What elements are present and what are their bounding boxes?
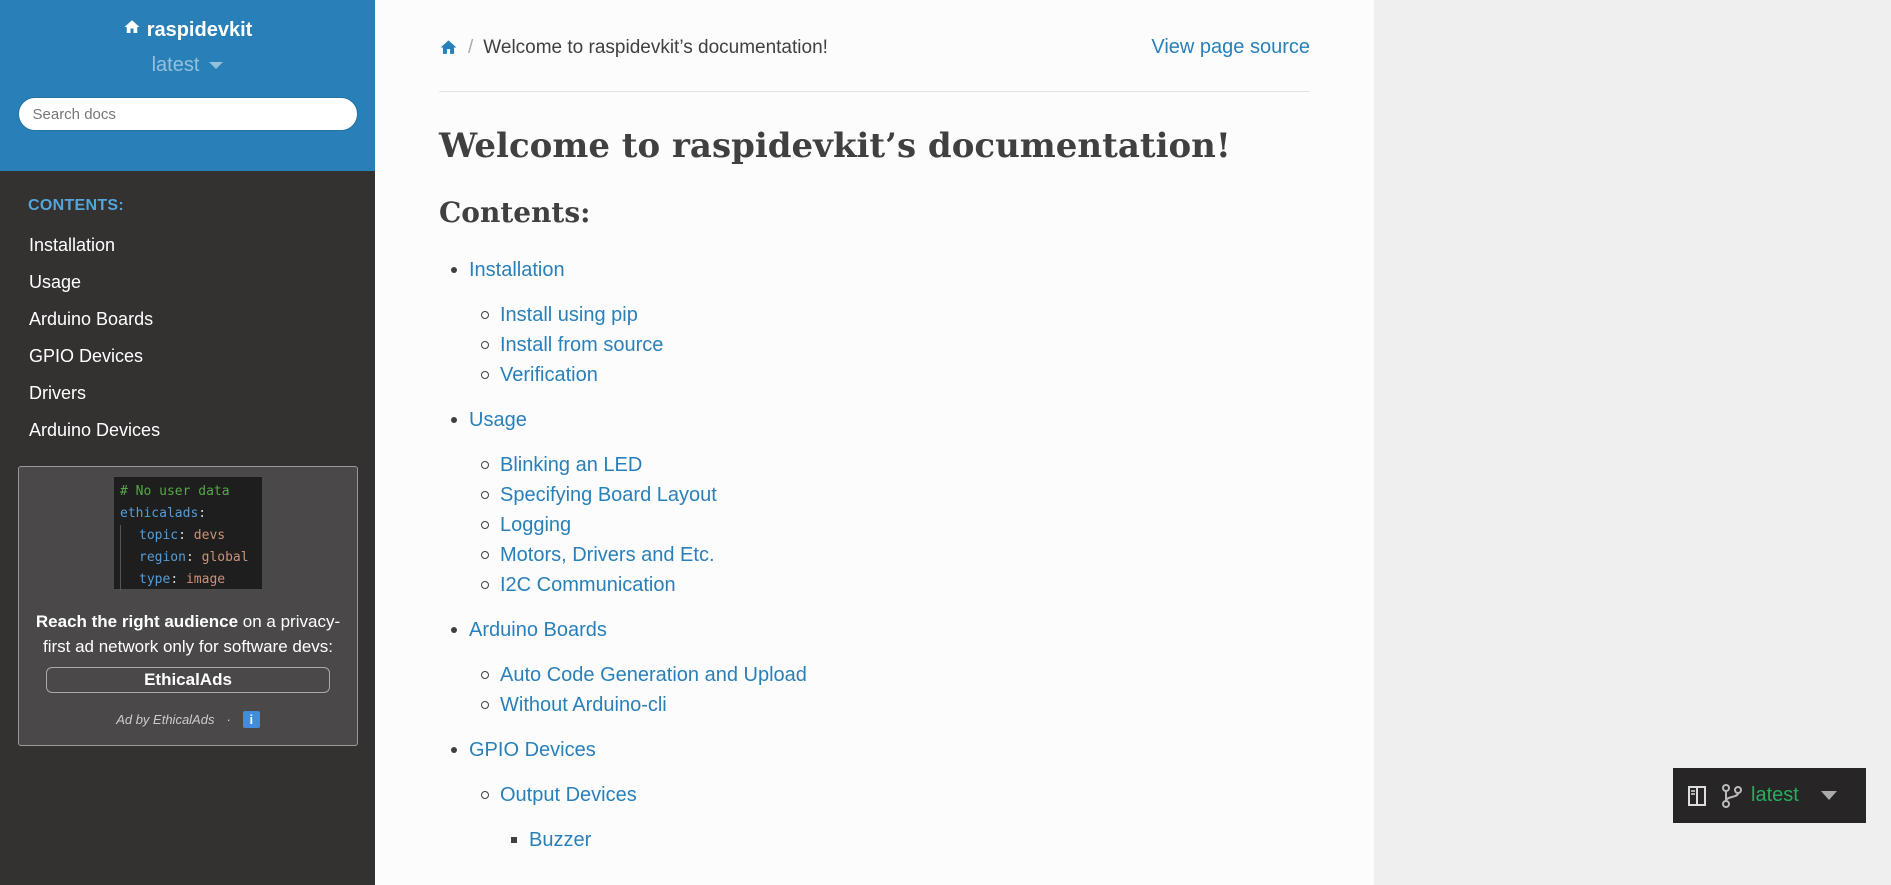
list-item: Motors, Drivers and Etc.: [469, 540, 807, 570]
bullet: [511, 837, 517, 843]
list-item: Verification: [469, 360, 807, 390]
ad-code-key: topic: [139, 528, 179, 543]
list-item: Install using pip: [469, 300, 807, 330]
bullet: [481, 521, 489, 529]
badge-version-label: latest: [1751, 784, 1799, 806]
ad-code-key: type: [139, 572, 171, 587]
project-name: raspidevkit: [146, 18, 253, 41]
info-icon[interactable]: i: [242, 711, 260, 728]
list-item: Arduino Boards: [439, 615, 807, 645]
toc-link-without-arduino-cli[interactable]: Without Arduino-cli: [500, 694, 667, 717]
toc-link-i2c-communication[interactable]: I2C Communication: [500, 574, 676, 597]
main-content: / Welcome to raspidevkit’s documentation…: [375, 0, 1374, 885]
list-item: Output Devices: [469, 780, 807, 810]
ad-text-bold: Reach the right audience: [35, 612, 239, 631]
page-title: Welcome to raspidevkit’s documentation!: [439, 126, 1231, 166]
version-label: latest: [151, 54, 200, 76]
ad-code-value: global: [201, 550, 249, 565]
list-item: Install from source: [469, 330, 807, 360]
breadcrumb: / Welcome to raspidevkit’s documentation…: [439, 36, 1310, 59]
list-item: Auto Code Generation and Upload: [469, 660, 807, 690]
view-page-source-link[interactable]: View page source: [1151, 36, 1310, 59]
sidebar-item-gpio-devices[interactable]: GPIO Devices: [0, 338, 375, 375]
book-icon: [1687, 785, 1707, 807]
list-item: Without Arduino-cli: [469, 690, 807, 720]
ad-cta-button[interactable]: EthicalAds: [46, 667, 330, 693]
bullet: [481, 491, 489, 499]
list-item: Buzzer: [499, 825, 807, 855]
contents-caption: CONTENTS:: [28, 197, 125, 214]
bullet: [481, 341, 489, 349]
list-item: GPIO Devices: [439, 735, 807, 765]
breadcrumb-separator: /: [468, 36, 474, 58]
bullet: [451, 267, 457, 273]
bullet: [481, 311, 489, 319]
list-item: Usage: [439, 405, 807, 435]
divider: [439, 91, 1310, 92]
version-badge[interactable]: latest: [1673, 768, 1866, 823]
version-selector[interactable]: latest: [0, 54, 375, 77]
sidebar-item-arduino-devices[interactable]: Arduino Devices: [0, 412, 375, 449]
list-item: I2C Communication: [469, 570, 807, 600]
bullet: [451, 417, 457, 423]
list-item: Specifying Board Layout: [469, 480, 807, 510]
sidebar: raspidevkit latest CONTENTS: Installatio…: [0, 0, 375, 885]
project-brand-link[interactable]: raspidevkit: [0, 0, 375, 42]
toc-link-gpio-devices[interactable]: GPIO Devices: [469, 739, 596, 762]
ad-code-value: devs: [193, 528, 226, 543]
home-icon[interactable]: [439, 38, 458, 57]
ad-image[interactable]: # No user data ethicalads: topic: devs r…: [114, 477, 262, 591]
bullet: [481, 551, 489, 559]
toc-link-logging[interactable]: Logging: [500, 514, 571, 537]
ad-separator: ·: [226, 712, 231, 727]
search-input[interactable]: [17, 97, 358, 131]
list-item: Blinking an LED: [469, 450, 807, 480]
ad-text[interactable]: Reach the right audience on a privacy-fi…: [31, 609, 345, 659]
bullet: [481, 581, 489, 589]
ad-attribution-row: Ad by EthicalAds · i: [19, 711, 357, 728]
toc-link-install-from-source[interactable]: Install from source: [500, 334, 663, 357]
toc-link-auto-code-generation[interactable]: Auto Code Generation and Upload: [500, 664, 807, 687]
sidebar-nav: Installation Usage Arduino Boards GPIO D…: [0, 227, 375, 449]
ad-code-comment: # No user data: [120, 484, 230, 499]
ad-code-key: region: [139, 550, 186, 565]
git-branch-icon: [1721, 783, 1743, 808]
toc-link-specifying-board-layout[interactable]: Specifying Board Layout: [500, 484, 717, 507]
bullet: [481, 371, 489, 379]
caret-down-icon: [209, 62, 224, 69]
sidebar-item-arduino-boards[interactable]: Arduino Boards: [0, 301, 375, 338]
sidebar-item-drivers[interactable]: Drivers: [0, 375, 375, 412]
toc-link-blinking-an-led[interactable]: Blinking an LED: [500, 454, 642, 477]
bullet: [481, 461, 489, 469]
caret-down-icon: [1820, 791, 1837, 800]
toc-link-installation[interactable]: Installation: [469, 259, 565, 282]
ad-code-root-key: ethicalads: [120, 506, 199, 521]
contents-heading: Contents:: [439, 196, 591, 229]
toc-link-install-using-pip[interactable]: Install using pip: [500, 304, 638, 327]
breadcrumb-current: Welcome to raspidevkit’s documentation!: [483, 36, 828, 58]
toc-link-buzzer[interactable]: Buzzer: [529, 829, 591, 852]
bullet: [451, 747, 457, 753]
sidebar-item-usage[interactable]: Usage: [0, 264, 375, 301]
ad-attribution[interactable]: Ad by EthicalAds: [116, 712, 214, 727]
ad-code-value: image: [185, 572, 226, 587]
list-item: Logging: [469, 510, 807, 540]
toc-link-arduino-boards[interactable]: Arduino Boards: [469, 619, 607, 642]
ethical-ad: # No user data ethicalads: topic: devs r…: [18, 466, 358, 746]
bullet: [481, 791, 489, 799]
bullet: [451, 627, 457, 633]
bullet: [481, 701, 489, 709]
bullet: [481, 671, 489, 679]
sidebar-header: raspidevkit latest: [0, 0, 375, 171]
toc-tree: Installation Install using pip Install f…: [439, 255, 807, 855]
toc-link-output-devices[interactable]: Output Devices: [500, 784, 637, 807]
home-icon: [123, 18, 141, 42]
toc-link-usage[interactable]: Usage: [469, 409, 527, 432]
list-item: Installation: [439, 255, 807, 285]
toc-link-motors-drivers[interactable]: Motors, Drivers and Etc.: [500, 544, 715, 567]
sidebar-item-installation[interactable]: Installation: [0, 227, 375, 264]
toc-link-verification[interactable]: Verification: [500, 364, 598, 387]
